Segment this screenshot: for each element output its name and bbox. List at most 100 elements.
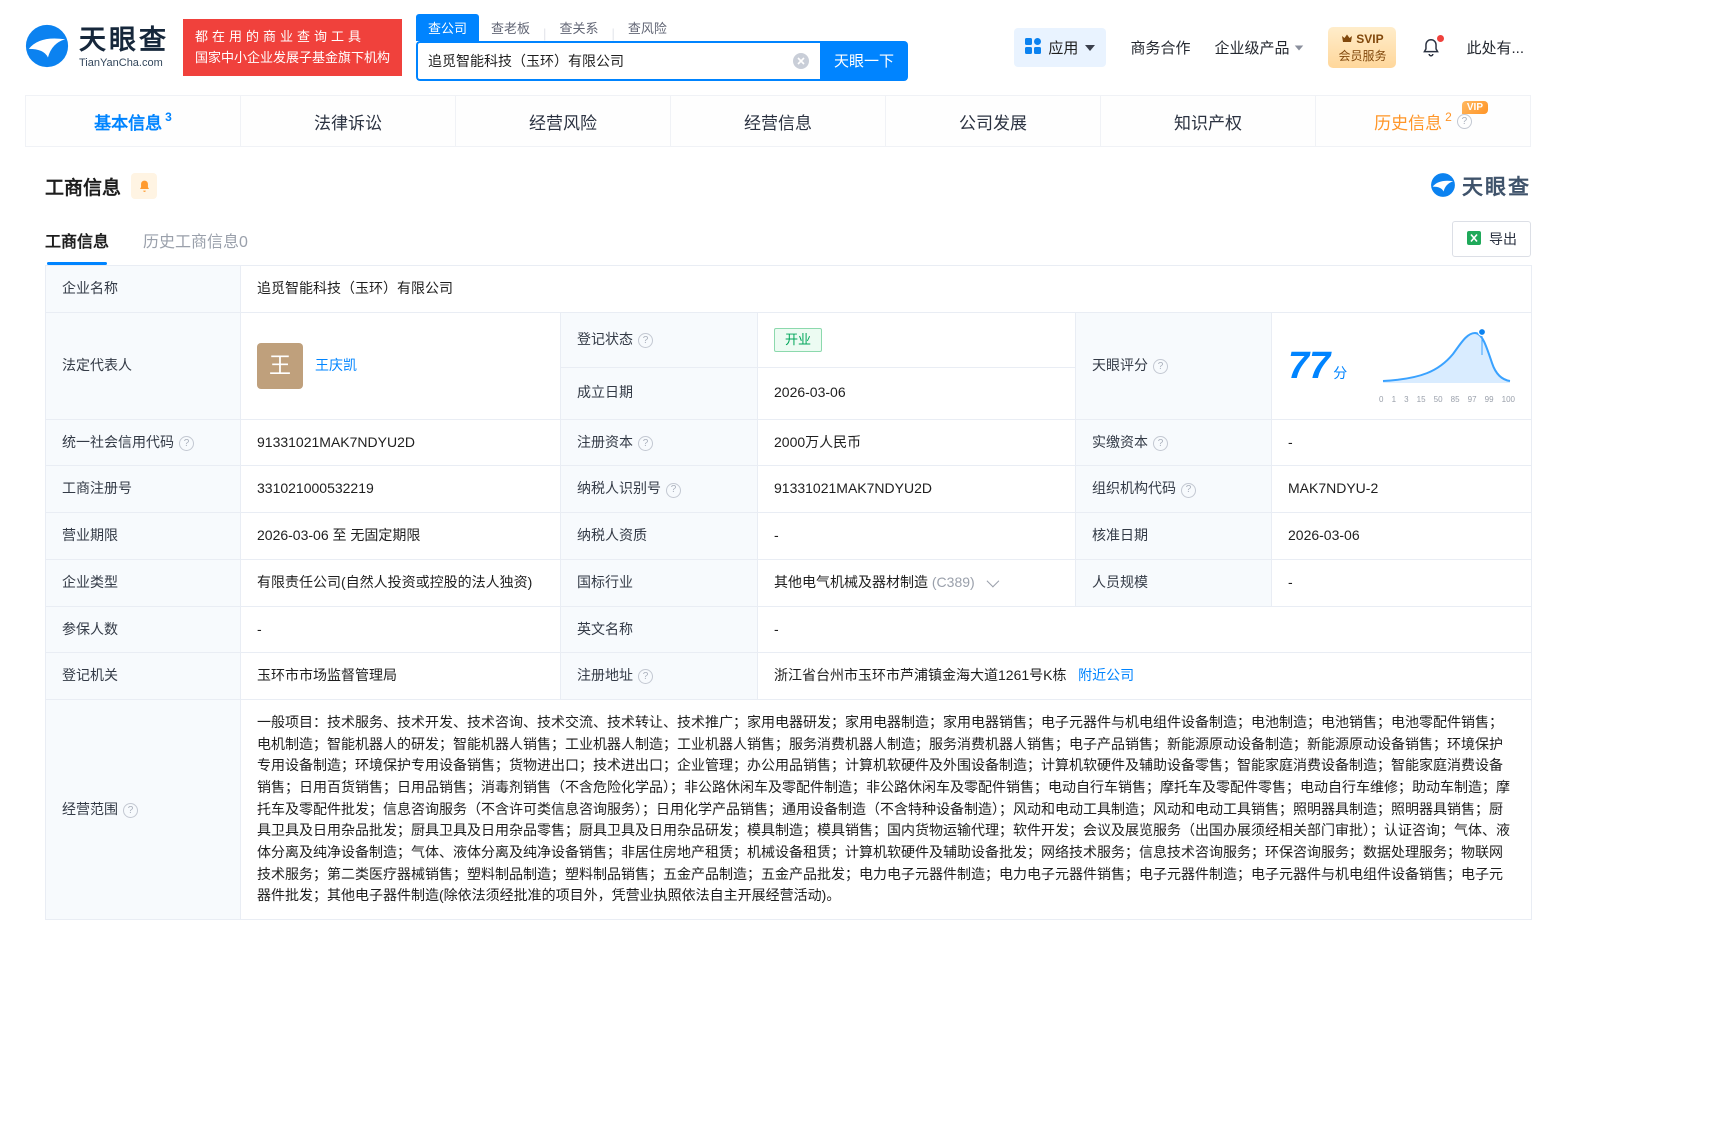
chevron-down-icon[interactable] <box>986 575 999 588</box>
industry-label: 国标行业 <box>561 559 758 606</box>
reg-number-label: 工商注册号 <box>46 466 241 513</box>
apps-menu[interactable]: 应用 <box>1014 28 1106 67</box>
search-tab-boss[interactable]: 查老板 <box>479 14 542 41</box>
staff-size-label: 人员规模 <box>1076 559 1272 606</box>
monitor-bell-icon[interactable] <box>131 173 157 199</box>
export-button[interactable]: 导出 <box>1452 221 1531 257</box>
score-distribution-chart: 0131550859799100 <box>1379 325 1515 407</box>
search-tab-company[interactable]: 查公司 <box>416 14 479 41</box>
help-icon[interactable]: ? <box>1153 436 1168 451</box>
approval-date-label: 核准日期 <box>1076 513 1272 560</box>
help-icon[interactable]: ? <box>1181 483 1196 498</box>
crown-icon <box>1341 31 1353 47</box>
table-row: 企业名称 追觅智能科技（玉环）有限公司 <box>46 266 1532 313</box>
section-title: 工商信息 <box>45 173 121 200</box>
org-code-label: 组织机构代码? <box>1076 466 1272 513</box>
table-row: 企业类型 有限责任公司(自然人投资或控股的法人独资) 国标行业 其他电气机械及器… <box>46 559 1532 606</box>
logo-text-cn: 天眼查 <box>79 26 169 56</box>
search-tab-relation[interactable]: 查关系 <box>547 14 610 41</box>
org-code-value: MAK7NDYU-2 <box>1272 466 1532 513</box>
svip-membership-badge[interactable]: SVIP 会员服务 <box>1328 27 1396 67</box>
reg-status-label-text: 登记状态 <box>577 331 633 347</box>
taxpayer-id-value: 91331021MAK7NDYU2D <box>758 466 1076 513</box>
legal-rep-avatar[interactable]: 王 <box>257 343 303 389</box>
taxpayer-id-label-text: 纳税人识别号 <box>577 480 661 496</box>
help-icon[interactable]: ? <box>1457 114 1472 129</box>
reg-authority-label: 登记机关 <box>46 653 241 700</box>
search-tab-risk[interactable]: 查风险 <box>616 14 679 41</box>
help-icon[interactable]: ? <box>638 333 653 348</box>
user-more-link[interactable]: 此处有... <box>1466 37 1524 58</box>
vip-badge: VIP <box>1462 101 1488 114</box>
table-row: 参保人数 - 英文名称 - <box>46 606 1532 653</box>
business-scope-label-text: 经营范围 <box>62 801 118 817</box>
industry-code: (C389) <box>932 574 975 590</box>
tab-legal-proceedings[interactable]: 法律诉讼 <box>240 96 455 146</box>
business-term-value: 2026-03-06 至 无固定期限 <box>241 513 561 560</box>
search-button[interactable]: 天眼一下 <box>820 41 908 81</box>
slogan-banner: 都在用的商业查询工具 国家中小企业发展子基金旗下机构 <box>183 19 402 75</box>
legal-rep-label: 法定代表人 <box>46 312 241 419</box>
reg-address-text: 浙江省台州市玉环市芦浦镇金海大道1261号K栋 <box>774 667 1066 683</box>
tab-history-info[interactable]: VIP 历史信息 2 ? <box>1315 96 1530 146</box>
clear-search-icon[interactable] <box>792 52 810 70</box>
industry-value: 其他电气机械及器材制造 (C389) <box>758 559 1076 606</box>
business-info-table: 企业名称 追觅智能科技（玉环）有限公司 法定代表人 王 王庆凯 登记状态? 开业 <box>45 265 1532 920</box>
notification-bell-icon[interactable] <box>1420 37 1442 59</box>
score-cell: 77分 0131550859799100 <box>1272 312 1532 419</box>
apps-grid-icon <box>1025 38 1041 58</box>
staff-size-value: - <box>1272 559 1532 606</box>
help-icon[interactable]: ? <box>179 436 194 451</box>
tab-history-info-count: 2 <box>1445 110 1452 124</box>
score-label: 天眼评分? <box>1076 312 1272 419</box>
credit-code-value: 91331021MAK7NDYU2D <box>241 419 561 466</box>
slogan-line1: 都在用的商业查询工具 <box>195 27 390 47</box>
tab-operating-risk[interactable]: 经营风险 <box>455 96 670 146</box>
business-term-label: 营业期限 <box>46 513 241 560</box>
taxpayer-qualification-label: 纳税人资质 <box>561 513 758 560</box>
table-row: 登记机关 玉环市市场监督管理局 注册地址? 浙江省台州市玉环市芦浦镇金海大道12… <box>46 653 1532 700</box>
search-block: 查公司 查老板 | 查关系 | 查风险 天眼一下 <box>416 15 908 81</box>
nearby-companies-link[interactable]: 附近公司 <box>1078 667 1134 683</box>
tab-intellectual-property-label: 知识产权 <box>1174 109 1242 134</box>
tab-basic-info[interactable]: 基本信息 3 <box>25 96 240 146</box>
tab-intellectual-property[interactable]: 知识产权 <box>1100 96 1315 146</box>
subtab-history-registration[interactable]: 历史工商信息0 <box>143 228 248 265</box>
subtab-business-registration[interactable]: 工商信息 <box>45 228 109 265</box>
score-axis-labels: 0131550859799100 <box>1379 394 1515 406</box>
reg-capital-label-text: 注册资本 <box>577 434 633 450</box>
company-type-label: 企业类型 <box>46 559 241 606</box>
help-icon[interactable]: ? <box>638 669 653 684</box>
brand-watermark-text: 天眼查 <box>1462 171 1531 201</box>
approval-date-value: 2026-03-06 <box>1272 513 1532 560</box>
legal-rep-name-link[interactable]: 王庆凯 <box>315 355 357 377</box>
tianyancha-logo[interactable]: 天眼查 TianYanCha.com <box>24 23 169 72</box>
company-nav-tabs: 基本信息 3 法律诉讼 经营风险 经营信息 公司发展 知识产权 VIP 历史信息… <box>25 95 1531 147</box>
help-icon[interactable]: ? <box>638 436 653 451</box>
credit-code-label-text: 统一社会信用代码 <box>62 434 174 450</box>
business-cooperation-link[interactable]: 商务合作 <box>1130 37 1190 58</box>
enterprise-products-link[interactable]: 企业级产品 <box>1214 37 1304 58</box>
score-label-text: 天眼评分 <box>1092 357 1148 373</box>
brand-watermark-icon <box>1430 172 1456 201</box>
chevron-down-icon <box>1295 45 1304 50</box>
help-icon[interactable]: ? <box>1153 359 1168 374</box>
paid-capital-label-text: 实缴资本 <box>1092 434 1148 450</box>
tab-business-info[interactable]: 经营信息 <box>670 96 885 146</box>
tab-company-development[interactable]: 公司发展 <box>885 96 1100 146</box>
help-icon[interactable]: ? <box>123 803 138 818</box>
score-unit: 分 <box>1333 365 1347 381</box>
reg-capital-label: 注册资本? <box>561 419 758 466</box>
notification-dot <box>1437 35 1444 42</box>
industry-name: 其他电气机械及器材制造 <box>774 574 928 590</box>
business-scope-value: 一般项目：技术服务、技术开发、技术咨询、技术交流、技术转让、技术推广；家用电器研… <box>241 699 1532 919</box>
english-name-label: 英文名称 <box>561 606 758 653</box>
logo-text-en: TianYanCha.com <box>79 57 169 69</box>
establish-date-label: 成立日期 <box>561 367 758 419</box>
help-icon[interactable]: ? <box>666 483 681 498</box>
search-input[interactable] <box>428 53 786 69</box>
slogan-line2: 国家中小企业发展子基金旗下机构 <box>195 48 390 68</box>
org-code-label-text: 组织机构代码 <box>1092 480 1176 496</box>
svip-sublabel: 会员服务 <box>1338 48 1386 64</box>
company-name-value: 追觅智能科技（玉环）有限公司 <box>241 266 1532 313</box>
